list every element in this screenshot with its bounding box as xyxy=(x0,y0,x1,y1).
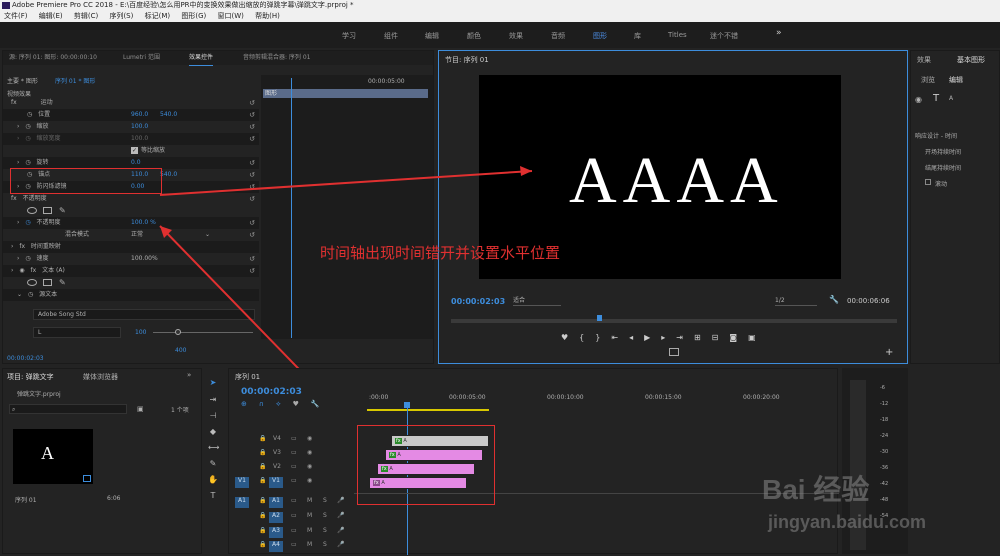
timeline-timecode[interactable]: 00:00:02:03 xyxy=(241,387,302,397)
voiceover-mic-icon[interactable]: 🎤 xyxy=(337,512,344,519)
intro-duration-label: 开场持续时间 xyxy=(925,149,962,156)
panel-more-icon[interactable]: » xyxy=(187,371,191,379)
add-marker-icon[interactable]: ♥ xyxy=(293,400,311,408)
sync-lock-icon[interactable]: ▭ xyxy=(291,512,297,519)
mute-button[interactable]: M xyxy=(307,527,312,534)
clip-name[interactable]: 序列 01 xyxy=(15,495,37,504)
mute-button[interactable]: M xyxy=(307,512,312,519)
eye-icon[interactable]: ◉ xyxy=(307,477,312,484)
arrow-head-monitor xyxy=(520,166,532,176)
sync-lock-icon[interactable]: ▭ xyxy=(291,527,297,534)
eye-icon[interactable]: ◉ xyxy=(915,95,922,104)
tab-edit[interactable]: 编辑 xyxy=(949,75,963,85)
timeline-toolbar: ⊕∩⟡♥🔧 xyxy=(241,400,332,409)
project-panel: 项目: 弹跳文字 媒体浏览器 » 弹跳文字.prproj ⌕ ▣ 1 个项 A … xyxy=(2,368,202,554)
baidu-watermark-url: jingyan.baidu.com xyxy=(768,512,927,532)
tools-panel: ➤ ⇥ ⊣ ◆ ⟷ ✎ ✋ T xyxy=(204,374,226,554)
sync-lock-icon[interactable]: ▭ xyxy=(291,497,297,504)
responsive-time-heading: 响应设计 - 时间 xyxy=(915,133,957,140)
sync-lock-icon[interactable]: ▭ xyxy=(291,541,297,548)
mute-button[interactable]: M xyxy=(307,497,312,504)
tab-effects[interactable]: 效果 xyxy=(917,55,931,65)
tab-project[interactable]: 项目: 弹跳文字 xyxy=(7,372,54,382)
sync-lock-icon[interactable]: ▭ xyxy=(291,477,297,484)
thumbnail-letter: A xyxy=(41,443,54,463)
mute-button[interactable]: M xyxy=(307,541,312,548)
project-search-input[interactable]: ⌕ xyxy=(9,404,127,414)
lock-icon[interactable]: 🔒 xyxy=(259,477,266,484)
work-area-bar[interactable] xyxy=(367,409,489,411)
outro-duration-label: 结尾持续时间 xyxy=(925,165,962,172)
lock-icon[interactable]: 🔒 xyxy=(259,435,266,442)
track-header-v3[interactable]: 🔒 V3 ▭ ◉ xyxy=(229,449,354,464)
voiceover-mic-icon[interactable]: 🎤 xyxy=(337,497,344,504)
selection-tool-icon[interactable]: ➤ xyxy=(208,378,218,390)
track-header-a1[interactable]: A1 🔒 A1 ▭ M S 🎤 xyxy=(229,497,354,512)
solo-button[interactable]: S xyxy=(323,527,327,534)
voiceover-mic-icon[interactable]: 🎤 xyxy=(337,527,344,534)
eye-icon[interactable]: ◉ xyxy=(307,435,312,442)
target-track-a3[interactable]: A3 xyxy=(269,527,283,538)
voiceover-mic-icon[interactable]: 🎤 xyxy=(337,541,344,548)
eye-icon[interactable]: ◉ xyxy=(307,463,312,470)
lock-icon[interactable]: 🔒 xyxy=(259,527,266,534)
sync-lock-icon[interactable]: ▭ xyxy=(291,435,297,442)
solo-button[interactable]: S xyxy=(323,512,327,519)
sequence-badge-icon xyxy=(83,475,91,482)
tab-media-browser[interactable]: 媒体浏览器 xyxy=(83,372,118,382)
timeline-ruler[interactable]: :00:00 00:00:05:00 00:00:10:00 00:00:15:… xyxy=(367,389,837,405)
roll-label: 滚动 xyxy=(935,181,948,188)
layer-name[interactable]: A xyxy=(949,95,953,102)
item-count: 1 个项 xyxy=(171,407,189,414)
track-header-v1[interactable]: V1 V1 🔒 ▭ ◉ xyxy=(229,477,354,492)
solo-button[interactable]: S xyxy=(323,541,327,548)
meter-scale: -6 -12 -18 -24 -30 -36 -42 -48 -54 xyxy=(880,385,889,519)
sync-lock-icon[interactable]: ▭ xyxy=(291,449,297,456)
lock-icon[interactable]: 🔒 xyxy=(259,497,266,504)
eye-icon[interactable]: ◉ xyxy=(307,449,312,456)
timeline-highlight-box xyxy=(357,425,495,505)
clip-duration: 6:06 xyxy=(107,495,121,502)
essential-graphics-panel: 效果 基本图形 浏览 编辑 ◉ T A 响应设计 - 时间 开场持续时间 结尾持… xyxy=(910,50,1000,364)
slip-tool-icon[interactable]: ⟷ xyxy=(208,443,219,455)
solo-button[interactable]: S xyxy=(323,497,327,504)
track-header-v4[interactable]: 🔒 V4 ▭ ◉ xyxy=(229,435,354,450)
source-patch-v1[interactable]: V1 xyxy=(235,477,249,488)
source-patch-a1[interactable]: A1 xyxy=(235,497,249,508)
track-header-v2[interactable]: 🔒 V2 ▭ ◉ xyxy=(229,463,354,478)
hand-tool-icon[interactable]: ✋ xyxy=(208,475,218,487)
arrow-to-monitor xyxy=(159,170,533,196)
snap-icon[interactable]: ∩ xyxy=(259,400,276,408)
timeline-settings-icon[interactable]: 🔧 xyxy=(311,400,332,408)
project-file-name: 弹跳文字.prproj xyxy=(17,391,61,398)
timeline-title[interactable]: 序列 01 xyxy=(235,372,260,382)
nest-toggle-icon[interactable]: ⊕ xyxy=(241,400,259,408)
search-icon: ⌕ xyxy=(12,406,16,413)
lock-icon[interactable]: 🔒 xyxy=(259,449,266,456)
track-select-tool-icon[interactable]: ⇥ xyxy=(208,395,218,407)
baidu-watermark-logo: Bai 经验 xyxy=(762,474,870,505)
target-track-a2[interactable]: A2 xyxy=(269,512,283,523)
linked-selection-icon[interactable]: ⟡ xyxy=(276,400,293,408)
target-track-v1[interactable]: V1 xyxy=(269,477,283,488)
lock-icon[interactable]: 🔒 xyxy=(259,541,266,548)
razor-tool-icon[interactable]: ◆ xyxy=(208,427,218,439)
sequence-thumbnail[interactable]: A xyxy=(13,429,93,484)
tab-browse[interactable]: 浏览 xyxy=(921,75,935,85)
ripple-edit-tool-icon[interactable]: ⊣ xyxy=(208,411,218,423)
tab-essential-graphics[interactable]: 基本图形 xyxy=(957,55,985,65)
target-track-a4[interactable]: A4 xyxy=(269,541,283,552)
track-header-a2[interactable]: 🔒 A2 ▭ M S 🎤 xyxy=(229,512,354,527)
new-bin-icon[interactable]: ▣ xyxy=(137,405,144,413)
text-layer-icon: T xyxy=(933,93,940,104)
type-tool-icon[interactable]: T xyxy=(208,491,218,503)
pen-tool-icon[interactable]: ✎ xyxy=(208,459,218,471)
sync-lock-icon[interactable]: ▭ xyxy=(291,463,297,470)
lock-icon[interactable]: 🔒 xyxy=(259,512,266,519)
roll-checkbox[interactable] xyxy=(925,179,931,185)
timeline-panel: 序列 01 00:00:02:03 ⊕∩⟡♥🔧 :00:00 00:00:05:… xyxy=(228,368,839,555)
track-header-a3[interactable]: 🔒 A3 ▭ M S 🎤 xyxy=(229,527,354,542)
lock-icon[interactable]: 🔒 xyxy=(259,463,266,470)
target-track-a1[interactable]: A1 xyxy=(269,497,283,508)
